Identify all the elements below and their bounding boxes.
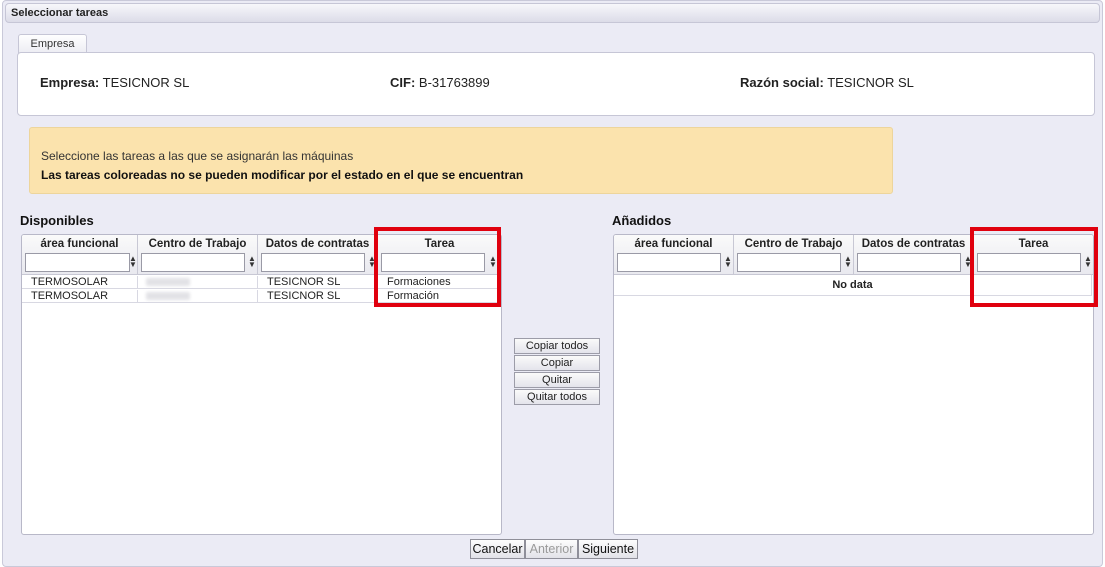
remove-all-button[interactable]: Quitar todos (514, 389, 600, 405)
empresa-info-panel: Empresa: TESICNOR SL CIF: B-31763899 Raz… (17, 52, 1095, 116)
sort-icon[interactable]: ▲ ▼ (724, 255, 732, 269)
filter-centro-trabajo[interactable] (737, 253, 841, 272)
highlight-tarea-available (374, 227, 501, 307)
column-datos-contratas[interactable]: Datos de contratas ▲ ▼ (854, 235, 974, 275)
razon-social-value: TESICNOR SL (827, 75, 914, 90)
column-label: área funcional (634, 238, 713, 250)
redacted-value (146, 278, 190, 286)
available-title: Disponibles (20, 213, 94, 228)
cell-datos-contratas: TESICNOR SL (258, 290, 378, 303)
empresa-label: Empresa: (40, 75, 100, 90)
cell-datos-contratas: TESICNOR SL (258, 276, 378, 289)
copy-all-button[interactable]: Copiar todos (514, 338, 600, 354)
column-label: Datos de contratas (861, 238, 966, 250)
next-button[interactable]: Siguiente (578, 539, 638, 559)
sort-icon[interactable]: ▲ ▼ (129, 255, 137, 269)
filter-centro-trabajo[interactable] (141, 253, 245, 272)
column-centro-trabajo[interactable]: Centro de Trabajo ▲ ▼ (734, 235, 854, 275)
sort-icon[interactable]: ▲ ▼ (248, 255, 256, 269)
copy-button[interactable]: Copiar (514, 355, 600, 371)
column-centro-trabajo[interactable]: Centro de Trabajo ▲ ▼ (138, 235, 258, 275)
razon-social-info: Razón social: TESICNOR SL (740, 75, 914, 90)
added-title: Añadidos (612, 213, 672, 228)
filter-datos-contratas[interactable] (261, 253, 365, 272)
select-tasks-dialog: Seleccionar tareas Empresa Empresa: TESI… (2, 0, 1103, 567)
filter-datos-contratas[interactable] (857, 253, 961, 272)
cif-value: B-31763899 (418, 75, 490, 90)
previous-button: Anterior (525, 539, 578, 559)
column-label: Centro de Trabajo (744, 238, 843, 250)
column-label: Datos de contratas (265, 238, 370, 250)
info-notice: Seleccione las tareas a las que se asign… (29, 127, 893, 194)
cell-area-funcional: TERMOSOLAR (22, 290, 138, 303)
dialog-title: Seleccionar tareas (5, 3, 1100, 23)
tab-empresa[interactable]: Empresa (18, 34, 87, 53)
empresa-value: TESICNOR SL (102, 75, 190, 90)
remove-button[interactable]: Quitar (514, 372, 600, 388)
cancel-button[interactable]: Cancelar (470, 539, 525, 559)
cell-centro-trabajo (138, 276, 258, 289)
highlight-tarea-added (970, 227, 1098, 307)
cell-centro-trabajo (138, 290, 258, 303)
sort-icon[interactable]: ▲ ▼ (844, 255, 852, 269)
empresa-info: Empresa: TESICNOR SL (40, 75, 189, 90)
cif-label: CIF: (390, 75, 416, 90)
notice-line-2: Las tareas coloreadas no se pueden modif… (41, 168, 524, 182)
cell-area-funcional: TERMOSOLAR (22, 276, 138, 289)
column-area-funcional[interactable]: área funcional ▲ ▼ (22, 235, 138, 275)
column-label: área funcional (40, 238, 119, 250)
filter-area-funcional[interactable] (617, 253, 721, 272)
filter-area-funcional[interactable] (25, 253, 130, 272)
notice-line-1: Seleccione las tareas a las que se asign… (41, 149, 354, 163)
column-area-funcional[interactable]: área funcional ▲ ▼ (614, 235, 734, 275)
cif-info: CIF: B-31763899 (390, 75, 490, 90)
column-datos-contratas[interactable]: Datos de contratas ▲ ▼ (258, 235, 378, 275)
column-label: Centro de Trabajo (148, 238, 247, 250)
razon-social-label: Razón social: (740, 75, 824, 90)
redacted-value (146, 292, 190, 300)
